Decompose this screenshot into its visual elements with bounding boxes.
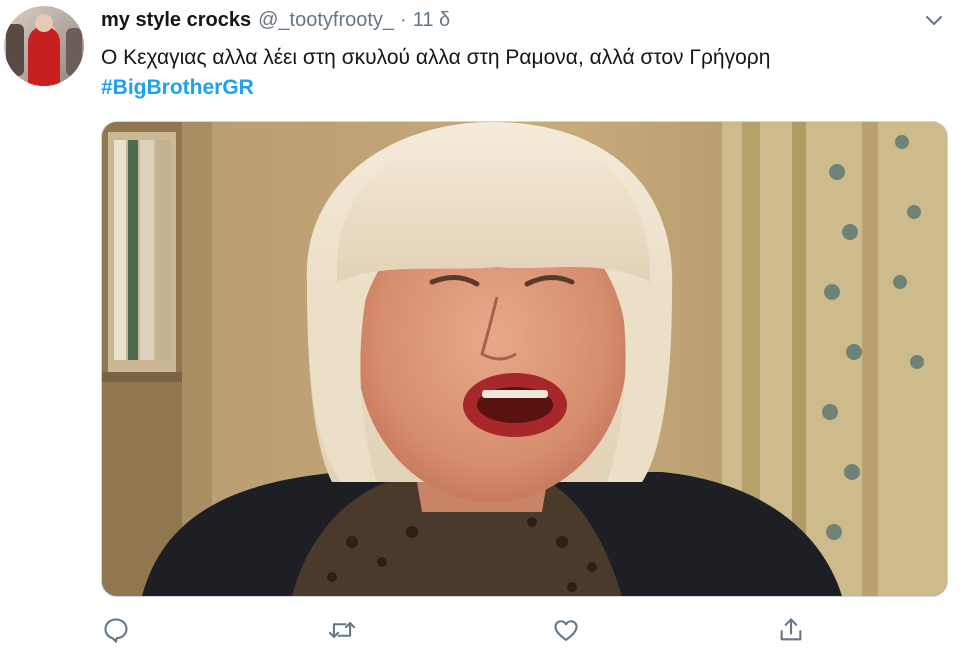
user-handle[interactable]: @_tootyfrooty_ (258, 9, 394, 32)
avatar-figure (28, 26, 60, 86)
chevron-down-icon[interactable] (922, 8, 946, 32)
tweet-text: Ο Κεχαγιας αλλα λέει στη σκυλού αλλα στη… (101, 46, 771, 69)
heart-icon[interactable] (550, 614, 582, 646)
avatar-background-right (66, 28, 82, 76)
display-name[interactable]: my style crocks (101, 9, 251, 32)
reply-icon[interactable] (100, 614, 132, 646)
retweet-icon[interactable] (326, 614, 358, 646)
avatar-head (35, 14, 53, 32)
tweet: my style crocks @_tootyfrooty_ · 11 δ Ο … (0, 0, 980, 657)
tweet-media-image[interactable] (101, 121, 948, 597)
tweet-header: my style crocks @_tootyfrooty_ · 11 δ (101, 9, 450, 35)
avatar-background (6, 24, 24, 76)
tweet-actions (0, 610, 980, 650)
separator-dot: · (400, 9, 407, 31)
share-icon[interactable] (775, 614, 807, 646)
timestamp[interactable]: 11 δ (413, 9, 450, 32)
hashtag-link[interactable]: #BigBrotherGR (101, 74, 254, 102)
avatar[interactable] (4, 6, 84, 86)
